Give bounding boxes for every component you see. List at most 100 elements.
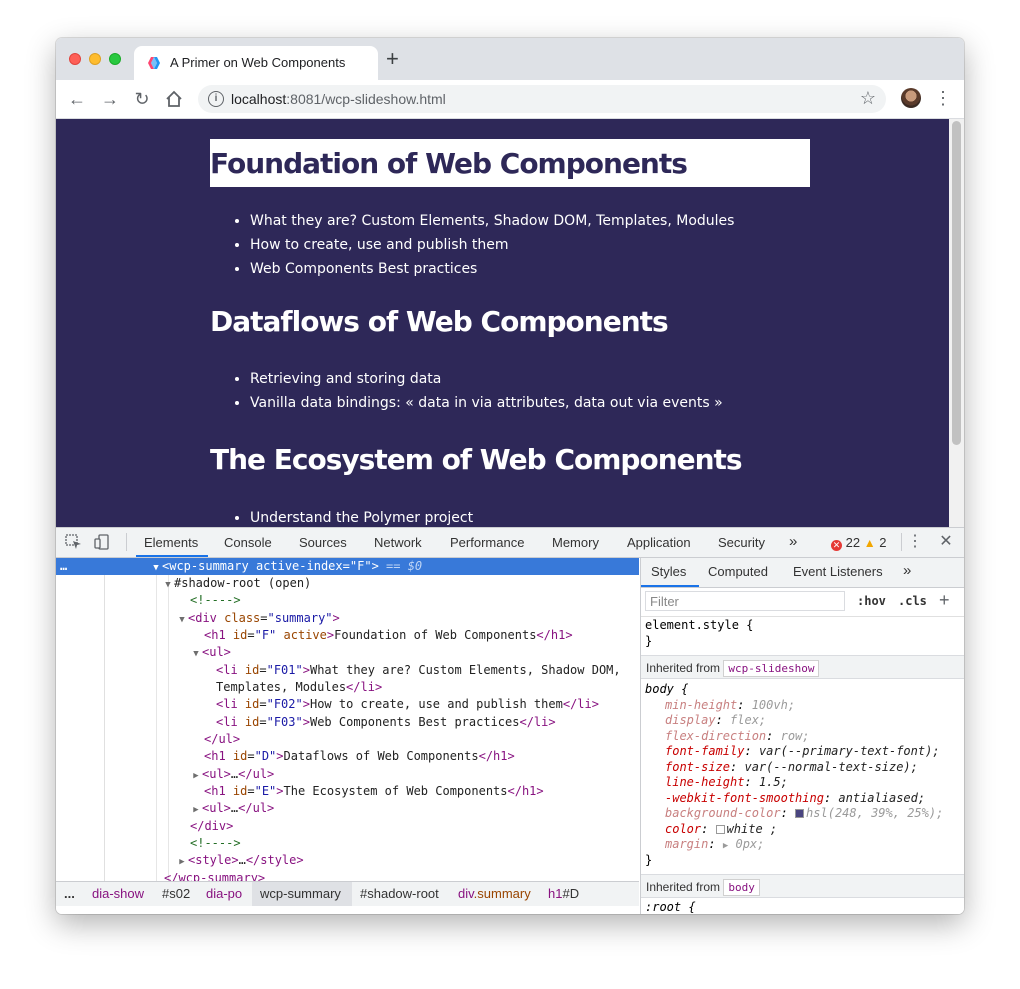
dom-node-comment[interactable]: <!----> <box>56 835 639 852</box>
css-declaration[interactable]: font-family: var(--primary-text-font); <box>641 744 964 760</box>
css-selector[interactable]: body { <box>641 682 964 698</box>
reload-icon[interactable]: ↻ <box>131 88 153 110</box>
error-warning-counter[interactable]: ✕ 22 ▲ 2 <box>831 535 886 551</box>
maximize-window-button[interactable] <box>109 53 121 65</box>
dom-node-div-close[interactable]: </div> <box>56 818 639 835</box>
warning-icon: ▲ <box>863 536 876 550</box>
tab-console[interactable]: Console <box>224 535 272 550</box>
scrollbar-thumb[interactable] <box>952 121 961 445</box>
tab-computed[interactable]: Computed <box>708 564 768 579</box>
browser-tab[interactable]: A Primer on Web Components <box>134 46 378 80</box>
dom-node-wcp-summary[interactable]: … ▼ <wcp-summary active-index="F"> == $0 <box>56 558 639 575</box>
attr-value: "D" <box>254 749 277 763</box>
color-swatch-icon[interactable] <box>715 824 725 834</box>
dom-node-style[interactable]: ▶ <style>…</style> <box>56 852 639 869</box>
profile-avatar[interactable] <box>901 88 921 108</box>
expand-shorthand-icon[interactable]: ▶ <box>723 841 728 851</box>
inspect-element-icon[interactable] <box>65 534 83 550</box>
dom-node-comment[interactable]: <!----> <box>56 592 639 609</box>
dom-node-close[interactable]: </wcp-summary> <box>56 870 639 881</box>
styles-pane: Styles Computed Event Listeners » Filter… <box>640 558 964 914</box>
css-declaration[interactable]: font-size: var(--normal-text-size); <box>641 760 964 776</box>
tab-security[interactable]: Security <box>718 535 765 550</box>
dom-node-h1[interactable]: <h1 id="D">Dataflows of Web Components</… <box>56 748 639 765</box>
section-title[interactable]: The Ecosystem of Web Components <box>210 442 810 478</box>
inherited-source-link[interactable]: body <box>723 879 760 896</box>
tab-network[interactable]: Network <box>374 535 422 550</box>
minimize-window-button[interactable] <box>89 53 101 65</box>
breadcrumb-item[interactable]: dia-show <box>92 886 144 901</box>
back-arrow-icon[interactable]: ← <box>66 88 88 110</box>
more-tabs-chevron-icon[interactable]: » <box>903 562 911 579</box>
dom-node-li-continued[interactable]: Templates, Modules</li> <box>56 679 639 696</box>
dom-node-h1[interactable]: <h1 id="F" active>Foundation of Web Comp… <box>56 627 639 644</box>
section-title[interactable]: Dataflows of Web Components <box>210 304 810 340</box>
breadcrumb-item[interactable]: dia-po <box>206 886 242 901</box>
dom-node-ul-collapsed[interactable]: ▶ <ul>…</ul> <box>56 800 639 817</box>
section-title-active[interactable]: Foundation of Web Components <box>210 139 810 187</box>
devtools-tab-bar: Elements Console Sources Network Perform… <box>56 528 964 558</box>
css-selector[interactable]: element.style { <box>641 618 964 634</box>
css-selector[interactable]: :root { <box>641 900 964 914</box>
browser-menu-icon[interactable]: ⋮ <box>934 88 952 109</box>
dom-node-li[interactable]: <li id="F02">How to create, use and publ… <box>56 696 639 713</box>
warning-count: 2 <box>879 535 887 550</box>
dom-node-ul-collapsed[interactable]: ▶ <ul>…</ul> <box>56 766 639 783</box>
inherited-source-link[interactable]: wcp-slideshow <box>723 660 820 677</box>
node-ellipsis[interactable]: … <box>60 558 67 575</box>
tab-styles[interactable]: Styles <box>651 564 686 579</box>
home-icon[interactable] <box>163 88 185 110</box>
forward-arrow-icon[interactable]: → <box>99 88 121 110</box>
tab-application[interactable]: Application <box>627 535 691 550</box>
breadcrumb-item-active[interactable]: wcp-summary <box>260 886 341 901</box>
active-tab-indicator <box>641 585 699 587</box>
dom-node-ul-close[interactable]: </ul> <box>56 731 639 748</box>
css-declaration[interactable]: line-height: 1.5; <box>641 775 964 791</box>
dom-node-shadow-root[interactable]: ▼ #shadow-root (open) <box>56 575 639 592</box>
close-devtools-icon[interactable]: ✕ <box>937 534 955 550</box>
css-declaration[interactable]: -webkit-font-smoothing: antialiased; <box>641 791 964 807</box>
tab-elements[interactable]: Elements <box>144 535 198 550</box>
close-window-button[interactable] <box>69 53 81 65</box>
breadcrumb-item[interactable]: #shadow-root <box>360 886 439 901</box>
new-tab-button[interactable]: + <box>386 48 399 70</box>
dom-node-div[interactable]: ▼ <div class="summary"> <box>56 610 639 627</box>
css-declaration[interactable]: color: white ; <box>641 822 964 838</box>
css-declaration[interactable]: flex-direction: row; <box>641 729 964 745</box>
breadcrumb-item[interactable]: h1#D <box>548 886 579 901</box>
css-declaration[interactable]: margin: ▶ 0px; <box>641 837 964 853</box>
tab-event-listeners[interactable]: Event Listeners <box>793 564 883 579</box>
more-tabs-chevron-icon[interactable]: » <box>789 533 797 550</box>
list-item: Vanilla data bindings: « data in via att… <box>250 391 810 415</box>
list-item: How to create, use and publish them <box>250 233 810 257</box>
class-toggle[interactable]: .cls <box>898 594 927 608</box>
dom-node-h1[interactable]: <h1 id="E">The Ecosystem of Web Componen… <box>56 783 639 800</box>
address-bar[interactable]: i localhost:8081/wcp-slideshow.html ☆ <box>198 85 886 113</box>
devtools-menu-icon[interactable]: ⋮ <box>906 534 924 550</box>
crumb-id: #D <box>562 886 580 901</box>
styles-filter-input[interactable]: Filter <box>645 591 845 611</box>
css-declaration[interactable]: background-color: hsl(248, 39%, 25%); <box>641 806 964 822</box>
bookmark-star-icon[interactable]: ☆ <box>860 88 876 109</box>
tab-performance[interactable]: Performance <box>450 535 524 550</box>
breadcrumb-ellipsis[interactable]: ... <box>64 886 75 901</box>
expand-arrow-icon[interactable]: ▶ <box>176 854 188 871</box>
page-scrollbar[interactable] <box>949 119 964 527</box>
attr-value: "E" <box>254 784 277 798</box>
dom-node-ul[interactable]: ▼ <ul> <box>56 644 639 661</box>
tab-sources[interactable]: Sources <box>299 535 347 550</box>
color-swatch-icon[interactable] <box>795 809 805 818</box>
css-declaration[interactable]: display: flex; <box>641 713 964 729</box>
hover-state-toggle[interactable]: :hov <box>857 594 886 608</box>
dom-node-li[interactable]: <li id="F01">What they are? Custom Eleme… <box>56 662 639 679</box>
device-toolbar-icon[interactable] <box>94 534 112 550</box>
info-icon[interactable]: i <box>208 91 224 107</box>
breadcrumb-item[interactable]: #s02 <box>162 886 190 901</box>
breadcrumb-item[interactable]: div.summary <box>458 886 531 901</box>
add-rule-icon[interactable]: + <box>939 590 950 611</box>
css-declaration[interactable]: min-height: 100vh; <box>641 698 964 714</box>
tab-memory[interactable]: Memory <box>552 535 599 550</box>
expand-arrow-icon[interactable]: ▼ <box>190 646 202 663</box>
dom-node-li[interactable]: <li id="F03">Web Components Best practic… <box>56 714 639 731</box>
expand-arrow-icon[interactable]: ▶ <box>190 802 202 819</box>
